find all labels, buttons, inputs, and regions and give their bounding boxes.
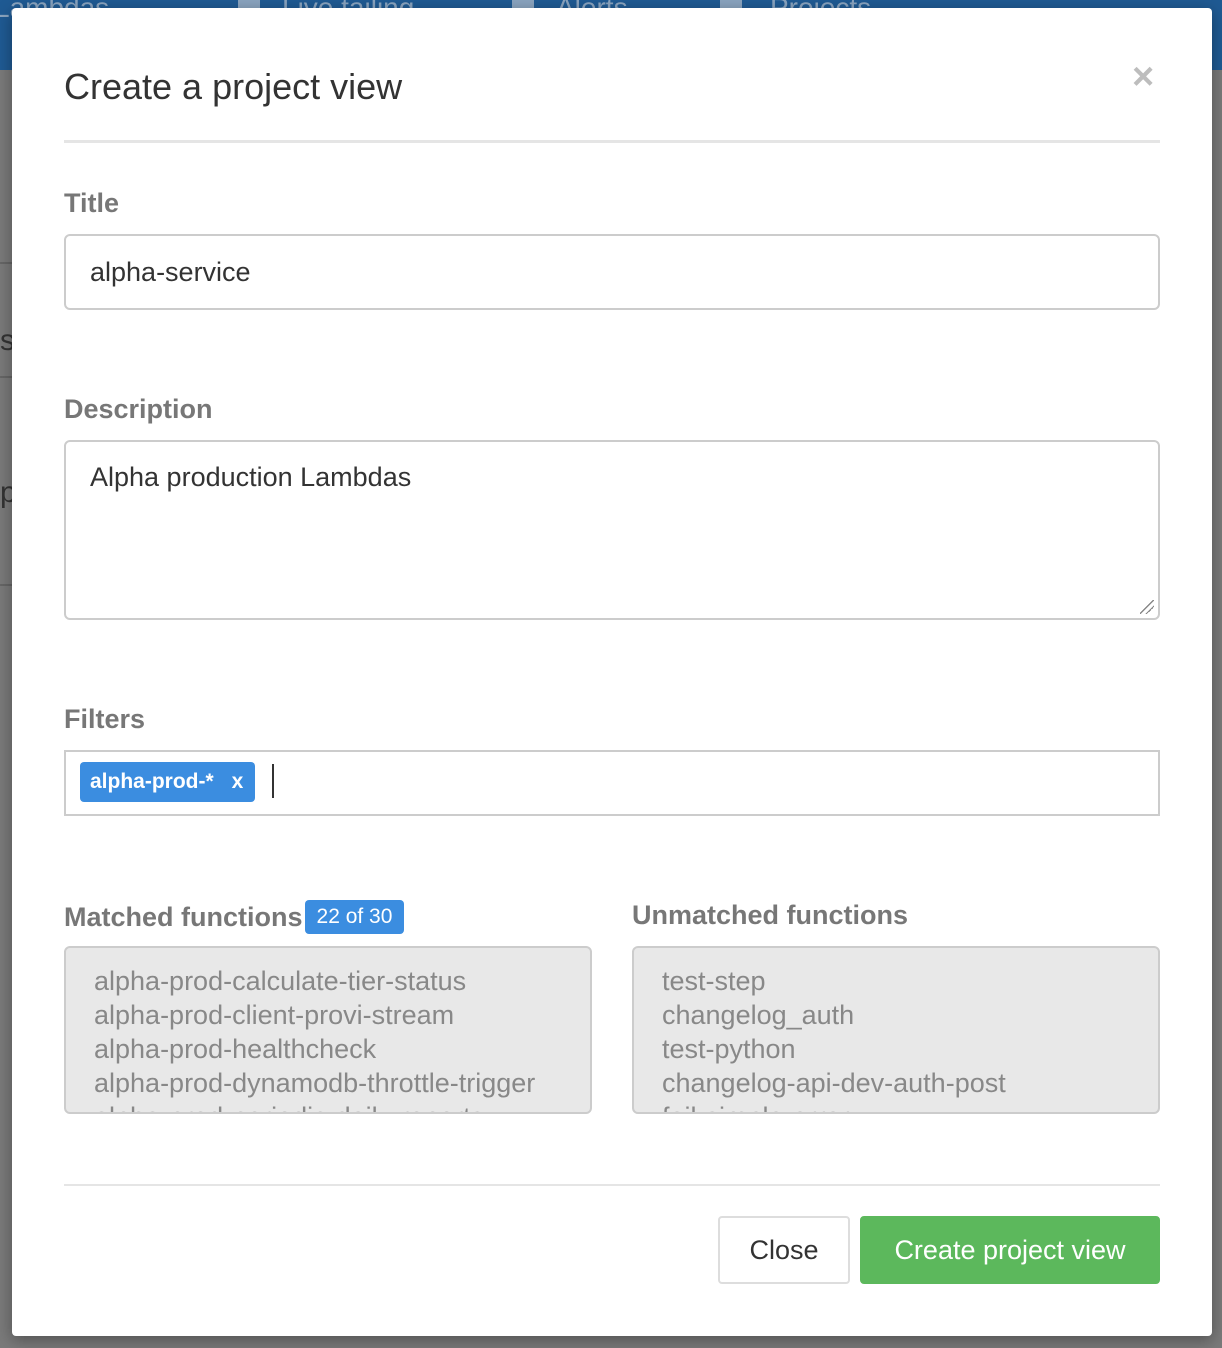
title-input[interactable]: alpha-service	[64, 234, 1160, 310]
filter-tag: alpha-prod-* x	[80, 762, 256, 802]
list-item: alpha-prod-healthcheck	[94, 1034, 377, 1064]
filter-tag-label: alpha-prod-*	[90, 770, 214, 793]
list-item: test-python	[662, 1034, 796, 1064]
list-item: test-step	[662, 966, 766, 996]
background-divider	[0, 376, 12, 378]
list-item: changelog_auth	[662, 1000, 855, 1030]
list-item: alpha-prod-dynamodb-throttle-trigger	[94, 1068, 536, 1098]
filters-input[interactable]: alpha-prod-* x	[64, 750, 1160, 816]
filter-tag-remove-button[interactable]: x	[232, 770, 244, 793]
modal-title: Create a project view	[64, 66, 403, 107]
filters-label: Filters	[64, 704, 146, 734]
footer-divider	[64, 1184, 1160, 1186]
close-icon[interactable]: ×	[1132, 58, 1154, 96]
description-label: Description	[64, 394, 213, 424]
description-text: Alpha production Lambdas	[90, 462, 412, 492]
list-item: alpha-prod-client-provi-stream	[94, 1000, 455, 1030]
close-button[interactable]: Close	[718, 1216, 850, 1284]
background-divider	[0, 584, 12, 586]
create-project-view-modal: Create a project view × Title alpha-serv…	[12, 8, 1212, 1336]
matched-functions-label: Matched functions	[64, 902, 303, 932]
matched-functions-heading: Matched functions 22 of 30	[64, 900, 405, 934]
title-label: Title	[64, 188, 120, 218]
list-item: alpha-prod-calculate-tier-status	[94, 966, 467, 996]
list-item: alpha-prod-periodic-daily-reports	[94, 1100, 562, 1112]
unmatched-functions-label: Unmatched functions	[632, 900, 909, 930]
list-item: changelog-api-dev-auth-post	[662, 1068, 1006, 1098]
resize-handle-icon[interactable]	[1140, 600, 1154, 614]
background-divider	[0, 262, 12, 264]
create-project-view-button[interactable]: Create project view	[860, 1216, 1160, 1284]
matched-functions-list[interactable]: alpha-prod-calculate-tier-status alpha-p…	[64, 946, 592, 1114]
text-cursor	[272, 764, 274, 798]
unmatched-functions-list[interactable]: test-step changelog_auth test-python cha…	[632, 946, 1160, 1114]
description-textarea[interactable]: Alpha production Lambdas	[64, 440, 1160, 620]
matched-count-badge: 22 of 30	[304, 900, 405, 934]
header-divider	[64, 140, 1160, 143]
list-item: fail-simple-error	[662, 1100, 1130, 1112]
